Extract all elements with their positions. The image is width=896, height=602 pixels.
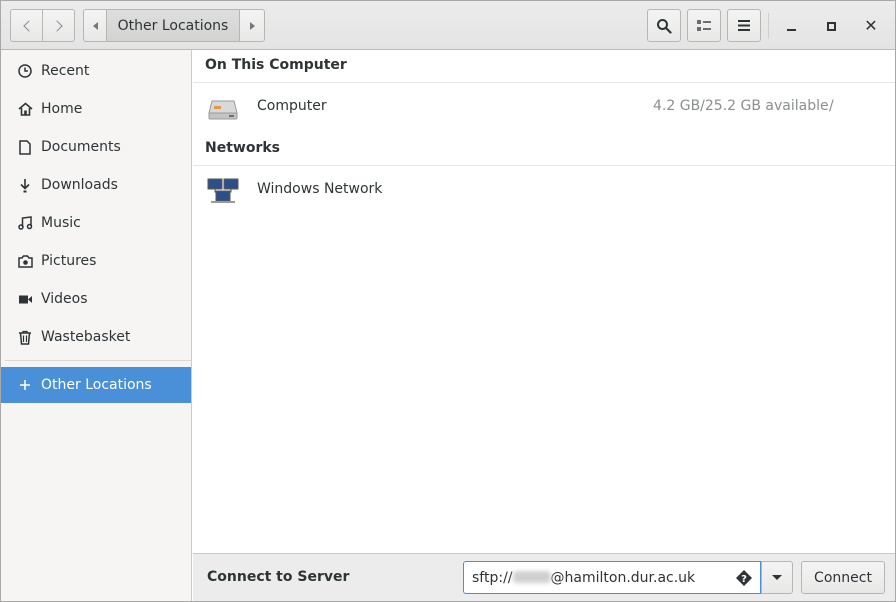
location-capacity: 4.2 GB/25.2 GB available	[653, 98, 829, 114]
network-icon	[207, 178, 239, 203]
search-icon	[657, 18, 672, 34]
connect-to-server-label: Connect to Server	[207, 569, 350, 585]
sidebar-item-label: Pictures	[41, 253, 97, 269]
sidebar-item-downloads[interactable]: Downloads	[1, 167, 191, 203]
recent-servers-dropdown-button[interactable]	[761, 561, 793, 594]
view-toggle-button[interactable]	[687, 9, 721, 42]
chevron-left-icon	[22, 19, 35, 32]
connect-button-label: Connect	[814, 569, 872, 586]
location-row-windows-network[interactable]: Windows Network	[193, 166, 895, 214]
file-manager-window: Other Locations ✕ Recent Home Documents …	[0, 0, 896, 602]
sidebar-item-label: Music	[41, 215, 81, 231]
header-bar: Other Locations ✕	[1, 1, 895, 50]
trash-icon	[17, 329, 33, 345]
location-mount-point: /	[829, 98, 834, 114]
triangle-right-icon	[249, 21, 255, 30]
path-bar: Other Locations	[83, 9, 265, 42]
sidebar-item-label: Home	[41, 101, 83, 117]
navigation-buttons	[10, 9, 76, 42]
sidebar: Recent Home Documents Downloads Music Pi…	[1, 50, 192, 601]
minimize-icon	[786, 29, 796, 31]
sidebar-item-home[interactable]: Home	[1, 91, 191, 127]
server-address-value: sftp:// @hamilton.dur.ac.uk	[472, 570, 695, 586]
music-icon	[17, 215, 33, 231]
sidebar-item-documents[interactable]: Documents	[1, 129, 191, 165]
location-row-computer[interactable]: Computer 4.2 GB/25.2 GB available /	[193, 83, 895, 131]
sidebar-item-label: Documents	[41, 139, 121, 155]
location-name: Windows Network	[257, 181, 383, 197]
clock-icon	[17, 63, 33, 79]
forward-button[interactable]	[42, 9, 75, 42]
minimize-button[interactable]	[776, 11, 806, 41]
path-current-label: Other Locations	[117, 17, 229, 34]
download-icon	[17, 177, 33, 193]
sidebar-item-label: Other Locations	[41, 377, 152, 393]
plus-icon	[17, 377, 33, 393]
document-icon	[17, 139, 33, 155]
sidebar-item-label: Recent	[41, 63, 90, 79]
sidebar-separator	[5, 360, 191, 361]
header-separator	[768, 13, 769, 39]
hamburger-menu-icon	[738, 20, 750, 31]
section-heading-on-this-computer: On This Computer	[205, 57, 347, 73]
drive-icon	[208, 100, 238, 120]
search-button[interactable]	[647, 9, 681, 42]
camera-icon	[17, 253, 33, 269]
sidebar-item-videos[interactable]: Videos	[1, 281, 191, 317]
close-button[interactable]: ✕	[856, 11, 886, 41]
sidebar-item-music[interactable]: Music	[1, 205, 191, 241]
triangle-left-icon	[92, 21, 98, 30]
main-menu-button[interactable]	[727, 9, 761, 42]
chevron-right-icon	[50, 19, 63, 32]
path-scroll-left-button[interactable]	[83, 9, 107, 42]
back-button[interactable]	[10, 9, 43, 42]
sidebar-item-other-locations[interactable]: Other Locations	[1, 367, 191, 403]
help-icon[interactable]: ?	[736, 570, 752, 586]
sidebar-item-recent[interactable]: Recent	[1, 53, 191, 89]
server-address-prefix: sftp://	[472, 570, 513, 586]
server-address-input[interactable]: sftp:// @hamilton.dur.ac.uk ?	[463, 561, 761, 594]
maximize-button[interactable]	[816, 11, 846, 41]
locations-view: On This Computer Computer 4.2 GB/25.2 GB…	[193, 50, 895, 553]
sidebar-item-pictures[interactable]: Pictures	[1, 243, 191, 279]
path-scroll-right-button[interactable]	[239, 9, 265, 42]
home-icon	[17, 101, 33, 117]
maximize-icon	[826, 21, 836, 31]
server-address-suffix: @hamilton.dur.ac.uk	[550, 570, 696, 586]
svg-text:?: ?	[741, 574, 747, 585]
video-icon	[17, 291, 33, 307]
sidebar-item-label: Downloads	[41, 177, 118, 193]
section-heading-networks: Networks	[205, 140, 281, 156]
close-icon: ✕	[864, 16, 878, 35]
sidebar-item-label: Videos	[41, 291, 88, 307]
sidebar-item-wastebasket[interactable]: Wastebasket	[1, 319, 191, 355]
connect-button[interactable]: Connect	[801, 561, 885, 594]
list-view-icon	[697, 19, 711, 31]
chevron-down-icon	[772, 575, 782, 580]
path-current-location-button[interactable]: Other Locations	[106, 9, 240, 42]
connect-to-server-bar: Connect to Server sftp:// @hamilton.dur.a…	[193, 553, 895, 601]
redacted-username	[512, 571, 551, 583]
sidebar-item-label: Wastebasket	[41, 329, 131, 345]
location-name: Computer	[257, 98, 327, 114]
